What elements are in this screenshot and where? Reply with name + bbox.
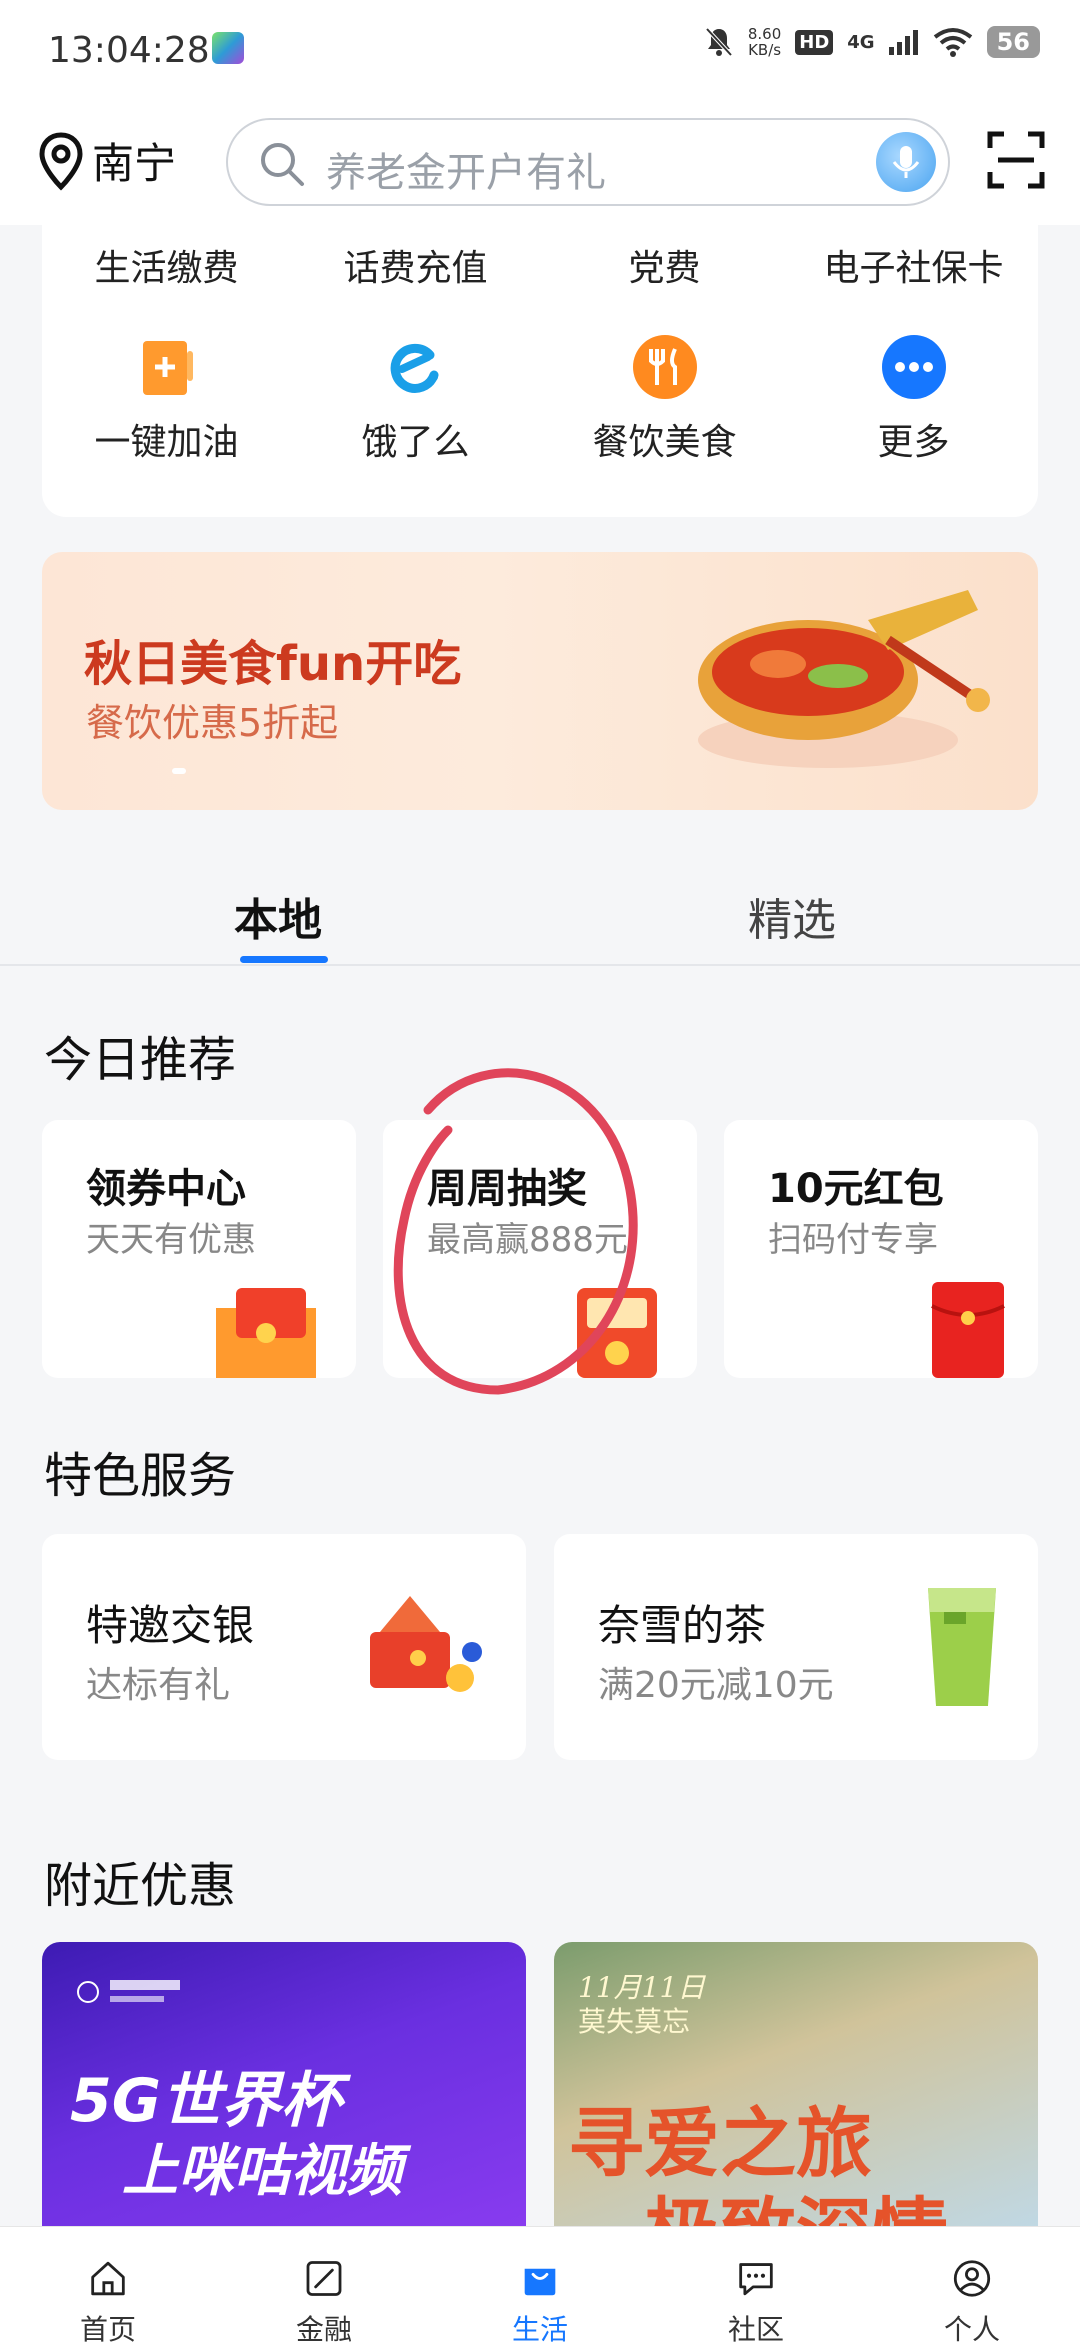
nav-life[interactable]: 生活 <box>432 2227 648 2347</box>
tab-featured[interactable]: 精选 <box>748 884 836 948</box>
status-time: 13:04:28 <box>48 30 210 71</box>
banner-subtitle: 餐饮优惠5折起 <box>86 701 339 745</box>
network-type: 4G <box>847 31 875 53</box>
tab-local[interactable]: 本地 <box>234 884 322 948</box>
service-party-fee[interactable]: 党费 <box>540 239 789 291</box>
feature-card-bocom[interactable]: 特邀交银 达标有礼 <box>42 1534 526 1760</box>
coupon-gift-icon <box>216 1288 316 1378</box>
active-tab-indicator <box>240 956 328 963</box>
rec-card-red-packet[interactable]: 10元红包 扫码付专享 <box>724 1120 1038 1378</box>
service-dining[interactable]: 餐饮美食 <box>540 333 789 465</box>
search-input[interactable]: 养老金开户有礼 <box>226 118 950 206</box>
promo-banner[interactable]: 秋日美食fun开吃 餐饮优惠5折起 <box>42 552 1038 810</box>
movie-tagline: 莫失莫忘 <box>578 2005 691 2038</box>
worldcup-headline-line2: 上咪咕视频 <box>122 2139 402 2204</box>
search-placeholder: 养老金开户有礼 <box>326 150 606 196</box>
app-notification-icon <box>212 32 244 64</box>
net-speed: 8.60 KB/s <box>747 25 782 59</box>
today-section-title: 今日推荐 <box>44 1032 237 1088</box>
services-card: 生活缴费 话费充值 党费 电子社保卡 一键加油 饿了么 餐饮美食 更多 <box>42 225 1038 517</box>
mute-bell-icon <box>705 27 733 57</box>
gift-box-icon <box>370 1596 482 1692</box>
status-bar: 13:04:28 8.60 KB/s HD 4G 56 <box>0 0 1080 100</box>
eleme-icon <box>382 333 450 401</box>
china-mobile-logo <box>77 1980 180 2003</box>
status-icons: 8.60 KB/s HD 4G 56 <box>704 26 1040 58</box>
hand-drawn-circle-annotation <box>393 1068 638 1395</box>
more-icon <box>880 333 948 401</box>
finance-icon <box>306 2261 342 2296</box>
nearby-card-movie[interactable]: 11月11日 莫失莫忘 寻爱之旅 极致深情 <box>554 1942 1038 2242</box>
feature-card-naixue-tea[interactable]: 奈雪的茶 满20元减10元 <box>554 1534 1038 1760</box>
special-section-title: 特色服务 <box>44 1448 237 1504</box>
nav-finance[interactable]: 金融 <box>216 2227 432 2347</box>
battery-level: 56 <box>986 26 1040 58</box>
community-icon <box>739 2263 773 2296</box>
wifi-icon <box>933 28 972 57</box>
hd-badge: HD <box>795 29 834 55</box>
tea-cup-icon <box>928 1588 996 1706</box>
hotpot-illustration <box>698 590 990 768</box>
profile-icon <box>953 2260 991 2297</box>
dining-icon <box>631 333 699 401</box>
bottom-navigation: 首页 金融 生活 社区 个人 <box>0 2226 1080 2347</box>
voice-search-icon[interactable] <box>876 132 936 192</box>
nav-home[interactable]: 首页 <box>0 2227 216 2347</box>
nav-community[interactable]: 社区 <box>648 2227 864 2347</box>
search-icon <box>261 143 304 186</box>
service-social-security-card[interactable]: 电子社保卡 <box>789 239 1038 291</box>
location-pin-icon <box>39 131 83 191</box>
nearby-card-worldcup[interactable]: 5G世界杯 上咪咕视频 <box>42 1942 526 2242</box>
service-eleme[interactable]: 饿了么 <box>291 333 540 465</box>
services-icon-row: 一键加油 饿了么 餐饮美食 更多 <box>42 333 1038 465</box>
life-icon <box>524 2268 556 2296</box>
home-icon <box>91 2261 125 2296</box>
top-bar: 南宁 养老金开户有礼 <box>0 100 1080 225</box>
fuel-icon <box>133 333 201 401</box>
scan-icon[interactable] <box>986 130 1046 190</box>
red-packet-icon <box>931 1282 1005 1378</box>
nearby-section-title: 附近优惠 <box>44 1858 237 1914</box>
signal-icon <box>888 30 918 55</box>
services-text-row: 生活缴费 话费充值 党费 电子社保卡 <box>42 239 1038 291</box>
content-tabs: 本地 精选 <box>0 830 1080 966</box>
banner-title: 秋日美食fun开吃 <box>84 636 462 692</box>
service-fuel[interactable]: 一键加油 <box>42 333 291 465</box>
rec-card-coupon-center[interactable]: 领券中心 天天有优惠 <box>42 1120 356 1378</box>
city-name: 南宁 <box>92 139 177 188</box>
banner-pagination <box>172 768 186 774</box>
nav-profile[interactable]: 个人 <box>864 2227 1080 2347</box>
service-phone-topup[interactable]: 话费充值 <box>291 239 540 291</box>
service-bill-payment[interactable]: 生活缴费 <box>42 239 291 291</box>
service-more[interactable]: 更多 <box>789 333 1038 465</box>
city-selector[interactable]: 南宁 <box>36 130 176 191</box>
